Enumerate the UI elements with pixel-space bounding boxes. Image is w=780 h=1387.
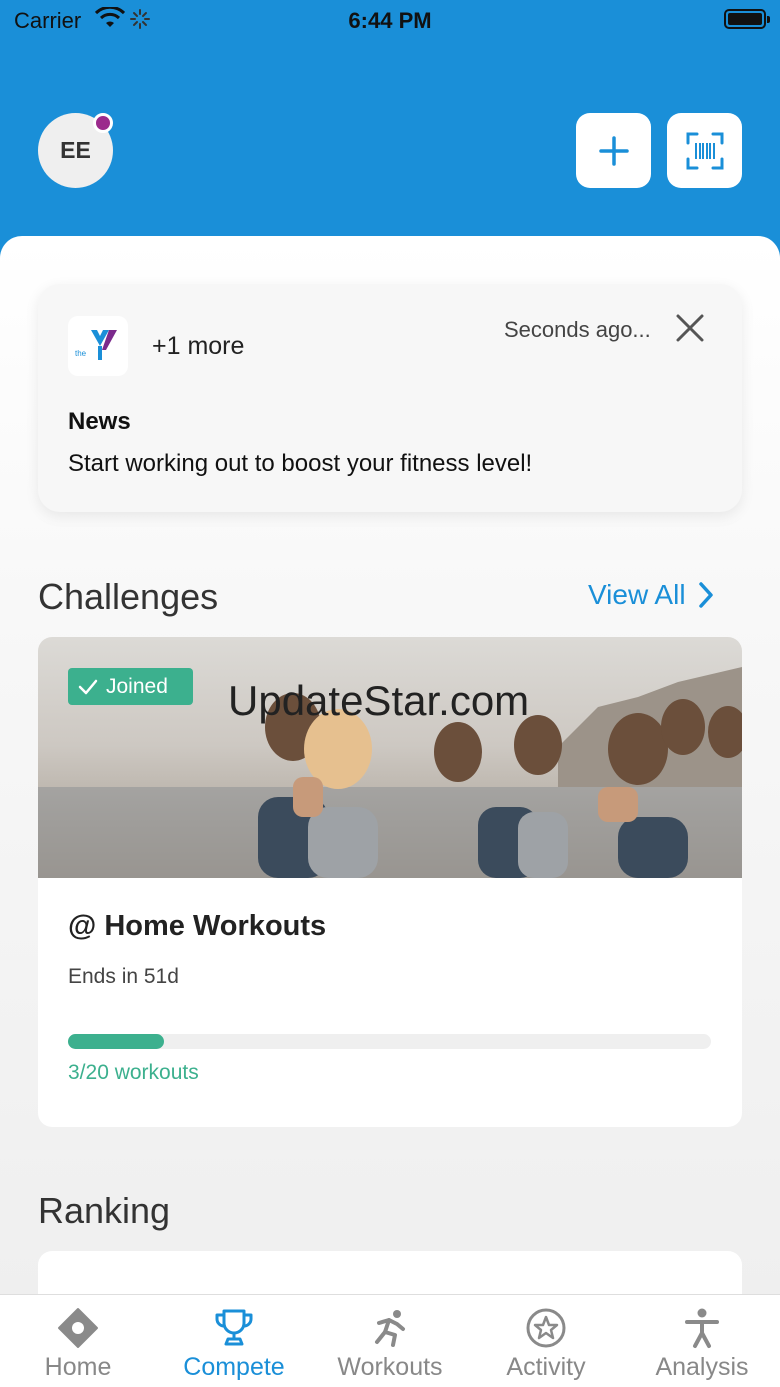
logo-text: the: [75, 349, 87, 358]
news-more-label: +1 more: [152, 332, 245, 360]
chevron-right-icon: [698, 582, 713, 608]
tab-label: Home: [44, 1353, 112, 1381]
progress-bar: [68, 1034, 711, 1049]
person-icon: [685, 1308, 719, 1348]
news-timestamp: Seconds ago...: [504, 317, 651, 342]
news-card[interactable]: the +1 more Seconds ago... News Start wo…: [38, 284, 742, 512]
watermark-text: UpdateStar.com: [228, 677, 530, 724]
challenge-ends: Ends in 51d: [68, 965, 179, 988]
joined-label: Joined: [106, 674, 168, 698]
progress-text: 3/20 workouts: [68, 1061, 199, 1084]
tab-label: Compete: [183, 1353, 285, 1381]
joined-badge: Joined: [68, 668, 193, 705]
ranking-title: Ranking: [38, 1190, 171, 1231]
barcode-scan-icon: [686, 132, 723, 169]
view-all-link[interactable]: View All: [588, 579, 714, 611]
tab-home[interactable]: Home: [0, 1295, 156, 1387]
tab-compete[interactable]: Compete: [156, 1295, 312, 1387]
close-icon[interactable]: [674, 312, 706, 344]
news-body: Start working out to boost your fitness …: [68, 450, 533, 477]
tab-analysis[interactable]: Analysis: [624, 1295, 780, 1387]
home-diamond-icon: [58, 1308, 98, 1348]
trophy-icon: [215, 1309, 253, 1346]
tab-label: Analysis: [655, 1353, 749, 1381]
challenge-image: Joined UpdateStar.com: [38, 637, 742, 878]
news-title: News: [68, 408, 131, 435]
tab-activity[interactable]: Activity: [468, 1295, 624, 1387]
tab-bar: Home Compete Workouts Activity Analysis: [0, 1294, 780, 1387]
plus-icon: [598, 135, 629, 166]
star-badge-icon: [526, 1308, 566, 1348]
view-all-label: View All: [588, 579, 686, 610]
battery-icon: [724, 9, 770, 29]
clock: 6:44 PM: [348, 8, 432, 33]
challenge-card[interactable]: Joined UpdateStar.com @ Home Workouts En…: [38, 637, 742, 1127]
add-button[interactable]: [576, 113, 651, 188]
ymca-logo: the: [68, 316, 128, 376]
status-bar: Carrier 6:44 PM: [0, 0, 780, 40]
tab-label: Activity: [506, 1353, 586, 1381]
tab-label: Workouts: [337, 1353, 443, 1381]
progress-fill: [68, 1034, 165, 1049]
scan-barcode-button[interactable]: [667, 113, 742, 188]
challenges-title: Challenges: [38, 576, 219, 617]
notification-dot: [93, 113, 113, 133]
tab-workouts[interactable]: Workouts: [312, 1295, 468, 1387]
checkmark-icon: [78, 679, 98, 694]
runner-icon: [375, 1310, 405, 1347]
challenge-title: @ Home Workouts: [68, 910, 327, 942]
